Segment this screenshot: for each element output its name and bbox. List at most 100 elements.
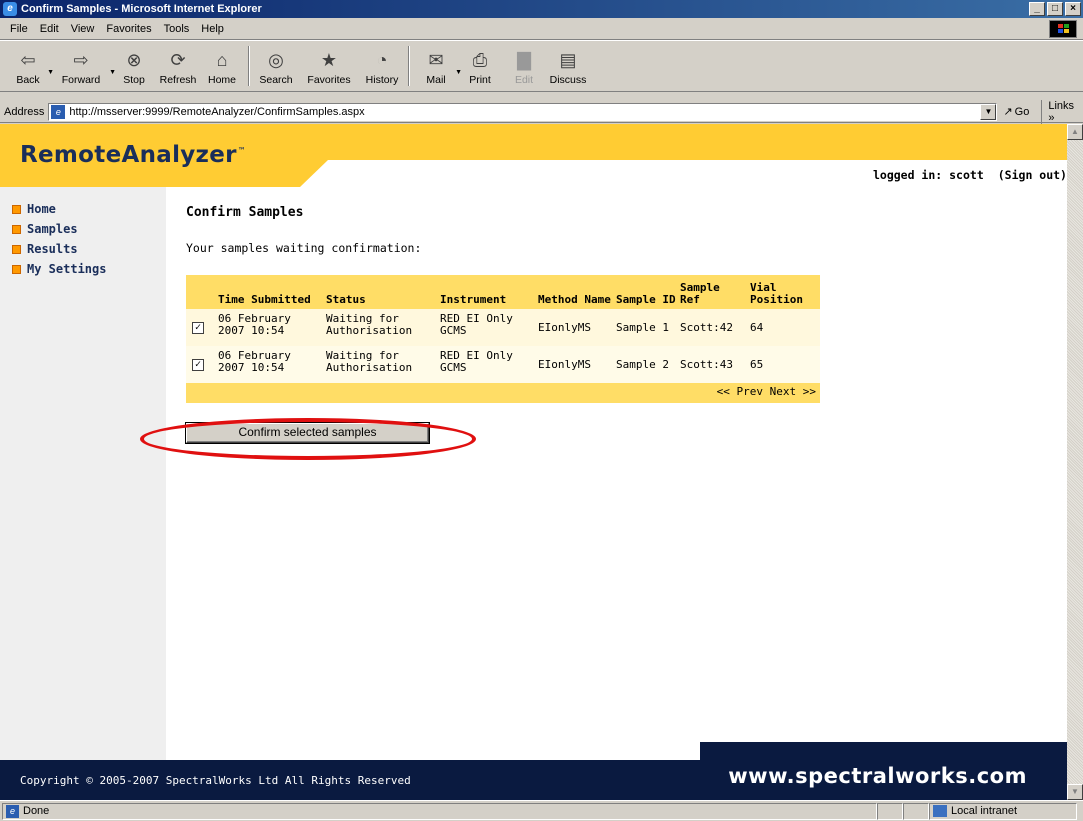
menu-tools[interactable]: Tools (158, 23, 196, 35)
cell-instrument: RED EI Only GCMS (438, 346, 536, 383)
menu-file[interactable]: File (4, 23, 34, 35)
status-text: Done (23, 805, 50, 817)
pager-links[interactable]: << Prev Next >> (186, 383, 820, 403)
sign-out-link[interactable]: (Sign out) (998, 168, 1067, 182)
page-icon: e (51, 104, 66, 119)
discuss-button[interactable]: ▤ Discuss (546, 43, 590, 89)
home-button[interactable]: ⌂ Home (200, 43, 244, 89)
back-arrow-icon: ⇦ (20, 49, 36, 70)
zone-text: Local intranet (951, 805, 1018, 817)
favorites-button[interactable]: ★ Favorites (298, 43, 360, 89)
logo-trademark: ™ (237, 146, 247, 156)
home-icon: ⌂ (216, 49, 228, 70)
menu-bar: File Edit View Favorites Tools Help (0, 18, 1083, 40)
links-button[interactable]: Links » (1041, 99, 1083, 124)
window-title: Confirm Samples - Microsoft Internet Exp… (21, 3, 262, 15)
confirm-selected-button[interactable]: Confirm selected samples (186, 423, 429, 443)
row-checkbox[interactable]: ✓ (192, 322, 204, 334)
cell-sample-ref: Scott:43 (678, 346, 748, 383)
cell-time: 06 February 2007 10:54 (216, 309, 324, 346)
favorites-label: Favorites (307, 74, 351, 86)
vertical-scrollbar[interactable]: ▲ ▼ (1067, 124, 1083, 800)
sidebar-item-samples[interactable]: Samples (0, 219, 166, 239)
window-controls: _ □ × (1029, 2, 1081, 16)
status-pane-empty (903, 802, 929, 820)
address-bar: Address e http://msserver:9999/RemoteAna… (0, 99, 1083, 124)
maximize-button[interactable]: □ (1047, 2, 1063, 16)
footer-url[interactable]: www.spectralworks.com (728, 764, 1027, 788)
menu-help[interactable]: Help (195, 23, 230, 35)
windows-logo-icon (1049, 20, 1077, 38)
cell-sample-ref: Scott:42 (678, 309, 748, 346)
refresh-icon: ⟳ (170, 49, 186, 70)
sidebar-item-results[interactable]: Results (0, 239, 166, 259)
search-button[interactable]: ◎ Search (254, 43, 298, 89)
cell-vial: 65 (748, 346, 820, 383)
table-row: ✓ 06 February 2007 10:54 Waiting for Aut… (186, 346, 820, 383)
minimize-button[interactable]: _ (1029, 2, 1045, 16)
back-button[interactable]: ⇦ Back ▼ (6, 43, 54, 89)
print-button[interactable]: ⎙ Print (458, 43, 502, 89)
address-url: http://msserver:9999/RemoteAnalyzer/Conf… (69, 105, 365, 118)
cell-method: EIonlyMS (536, 309, 614, 346)
page-title: Confirm Samples (186, 205, 304, 220)
sidebar-nav: Home Samples Results My Settings (0, 187, 166, 760)
scroll-up-icon[interactable]: ▲ (1067, 124, 1083, 140)
go-label: Go (1014, 105, 1030, 118)
discuss-label: Discuss (549, 74, 587, 86)
home-label: Home (207, 74, 236, 86)
stop-button[interactable]: ⊗ Stop (112, 43, 156, 89)
cell-sample-id: Sample 2 (614, 346, 678, 383)
row-checkbox[interactable]: ✓ (192, 359, 204, 371)
stop-label: Stop (123, 74, 145, 86)
window-title-bar[interactable]: e Confirm Samples - Microsoft Internet E… (0, 0, 1083, 18)
site-header: RemoteAnalyzer™ logged in: scott (Sign o… (0, 124, 1067, 187)
sidebar-item-home[interactable]: Home (0, 199, 166, 219)
go-button[interactable]: ↗ Go (1003, 105, 1030, 119)
address-dropdown-icon[interactable]: ▼ (980, 103, 997, 120)
sidebar-item-label: Home (27, 202, 56, 216)
forward-button[interactable]: ⇨ Forward ▼ (50, 43, 116, 89)
cell-method: EIonlyMS (536, 346, 614, 383)
row-select-cell: ✓ (186, 346, 216, 383)
history-button[interactable]: ◔ History (360, 43, 404, 89)
sidebar-item-my-settings[interactable]: My Settings (0, 259, 166, 279)
zone-pane: Local intranet (929, 802, 1077, 820)
edit-icon: ▇ (517, 49, 531, 70)
forward-label: Forward (61, 74, 101, 86)
discuss-icon: ▤ (559, 49, 577, 70)
sidebar-item-label: Results (27, 242, 78, 256)
address-input[interactable]: e http://msserver:9999/RemoteAnalyzer/Co… (48, 102, 998, 121)
scroll-down-icon[interactable]: ▼ (1067, 784, 1083, 800)
toolbar-separator (248, 46, 250, 86)
column-header-sample-id: Sample ID (614, 275, 678, 309)
site-logo[interactable]: RemoteAnalyzer™ (20, 142, 246, 168)
cell-sample-id: Sample 1 (614, 309, 678, 346)
column-header-time: Time Submitted (216, 275, 324, 309)
intranet-zone-icon (933, 805, 947, 817)
go-arrow-icon: ↗ (1003, 106, 1013, 118)
edit-button[interactable]: ▇ Edit (502, 43, 546, 89)
search-label: Search (259, 74, 293, 86)
column-header-sample-ref: Sample Ref (678, 275, 748, 309)
refresh-button[interactable]: ⟳ Refresh (156, 43, 200, 89)
menu-edit[interactable]: Edit (34, 23, 65, 35)
mail-label: Mail (426, 74, 446, 86)
bullet-icon (12, 224, 21, 234)
mail-button[interactable]: ✉ Mail ▼ (414, 43, 462, 89)
browser-toolbar: ⇦ Back ▼ ⇨ Forward ▼ ⊗ Stop ⟳ Refresh ⌂ … (0, 40, 1083, 92)
menu-view[interactable]: View (65, 23, 101, 35)
history-label: History (365, 74, 399, 86)
footer-band-top (700, 742, 1067, 760)
print-icon: ⎙ (472, 49, 488, 70)
close-button[interactable]: × (1065, 2, 1081, 16)
status-text-pane: e Done (2, 802, 877, 820)
column-header-vial: Vial Position (748, 275, 820, 309)
samples-table: Time Submitted Status Instrument Method … (186, 275, 820, 403)
refresh-label: Refresh (159, 74, 197, 86)
header-band-slant (300, 160, 328, 187)
sidebar-item-label: Samples (27, 222, 78, 236)
bullet-icon (12, 204, 21, 214)
print-label: Print (469, 74, 491, 86)
menu-favorites[interactable]: Favorites (100, 23, 157, 35)
